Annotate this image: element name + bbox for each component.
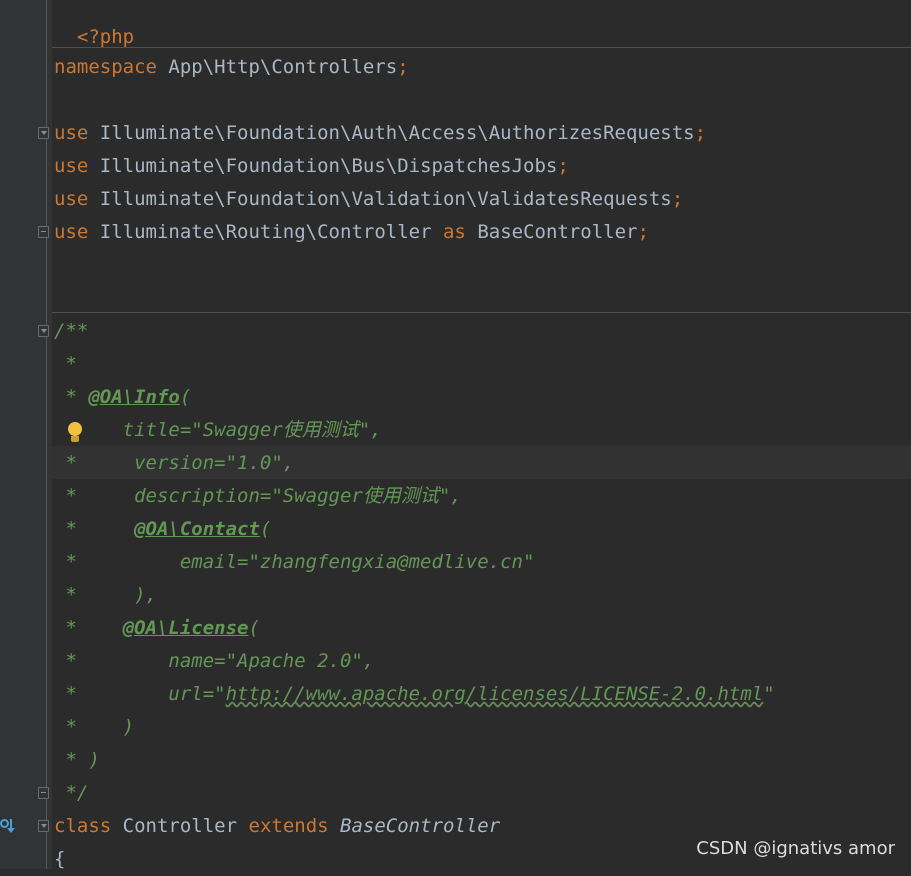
doc-prefix: * url=" [54,683,226,705]
use-path: Illuminate\Foundation\Auth\Access\Author… [99,122,695,144]
parent-class: BaseController [340,815,501,837]
paren: ( [259,518,272,540]
oa-license-annotation: @OA\License [122,617,249,639]
code-line-use-2[interactable]: use Illuminate\Foundation\Bus\Dispatches… [54,150,569,183]
code-line-use-4[interactable]: use Illuminate\Routing\Controller as Bas… [54,216,649,249]
semicolon: ; [694,122,707,144]
code-line-use-1[interactable]: use Illuminate\Foundation\Auth\Access\Au… [54,117,706,150]
use-alias: BaseController [477,221,638,243]
extends-keyword: extends [248,815,329,837]
doc-version-line[interactable]: * version="1.0", [54,447,294,480]
fold-toggle-icon[interactable] [38,820,49,832]
class-name: Controller [122,815,238,837]
doc-title-line[interactable]: title="Swagger使用测试", [54,414,382,447]
doc-open[interactable]: /** [54,315,88,348]
use-path: Illuminate\Foundation\Bus\DispatchesJobs [99,155,558,177]
paren: ( [179,386,192,408]
doc-url-line[interactable]: * url="http://www.apache.org/licenses/LI… [54,678,775,711]
code-line-class[interactable]: class Controller extends BaseController [54,810,500,843]
doc-description-line[interactable]: * description="Swagger使用测试", [54,480,461,513]
doc-contact-close[interactable]: * ), [54,579,157,612]
doc-name-line[interactable]: * name="Apache 2.0", [54,645,374,678]
doc-license-line[interactable]: * @OA\License( [54,612,260,645]
code-line-namespace[interactable]: namespace App\Http\Controllers; [54,51,409,84]
class-keyword: class [54,815,112,837]
method-separator [52,47,911,48]
doc-info-close[interactable]: * ) [54,744,99,777]
doc-prefix: * [54,617,123,639]
semicolon: ; [557,155,569,177]
doc-close[interactable]: */ [54,777,88,810]
use-keyword: use [54,155,89,177]
doc-info-line[interactable]: * @OA\Info( [54,381,191,414]
quote: " [763,683,775,705]
license-url-link[interactable]: http://www.apache.org/licenses/LICENSE-2… [226,683,764,705]
oa-info-annotation: @OA\Info [88,386,180,408]
implementation-gutter-icon[interactable] [0,817,18,835]
fold-toggle-icon[interactable] [38,127,49,139]
namespace-keyword: namespace [54,56,157,78]
code-line-brace[interactable]: { [54,843,65,876]
doc-contact-line[interactable]: * @OA\Contact( [54,513,271,546]
code-line-use-3[interactable]: use Illuminate\Foundation\Validation\Val… [54,183,683,216]
use-keyword: use [54,221,89,243]
php-open-tag: <?php [76,26,135,48]
use-path: Illuminate\Routing\Controller [99,221,432,243]
doc-email-line[interactable]: * email="zhangfengxia@medlive.cn" [54,546,534,579]
use-keyword: use [54,122,89,144]
namespace-path: App\Http\Controllers [168,56,398,78]
fold-end-icon[interactable] [38,226,49,238]
doc-prefix: * [54,386,89,408]
doc-license-close[interactable]: * ) [54,711,134,744]
code-line-php-open[interactable]: <?php [54,0,134,48]
fold-toggle-icon[interactable] [38,325,49,337]
use-path: Illuminate\Foundation\Validation\Validat… [99,188,672,210]
doc-prefix: * [54,518,135,540]
method-separator [52,312,911,313]
watermark-text: CSDN @ignativs amor [696,838,895,859]
fold-end-icon[interactable] [38,787,49,799]
semicolon: ; [671,188,684,210]
semicolon: ; [637,221,649,243]
doc-star-line[interactable]: * [54,348,76,381]
paren: ( [248,617,260,639]
as-keyword: as [442,221,466,243]
use-keyword: use [54,188,89,210]
semicolon: ; [397,56,409,78]
oa-contact-annotation: @OA\Contact [134,518,260,540]
